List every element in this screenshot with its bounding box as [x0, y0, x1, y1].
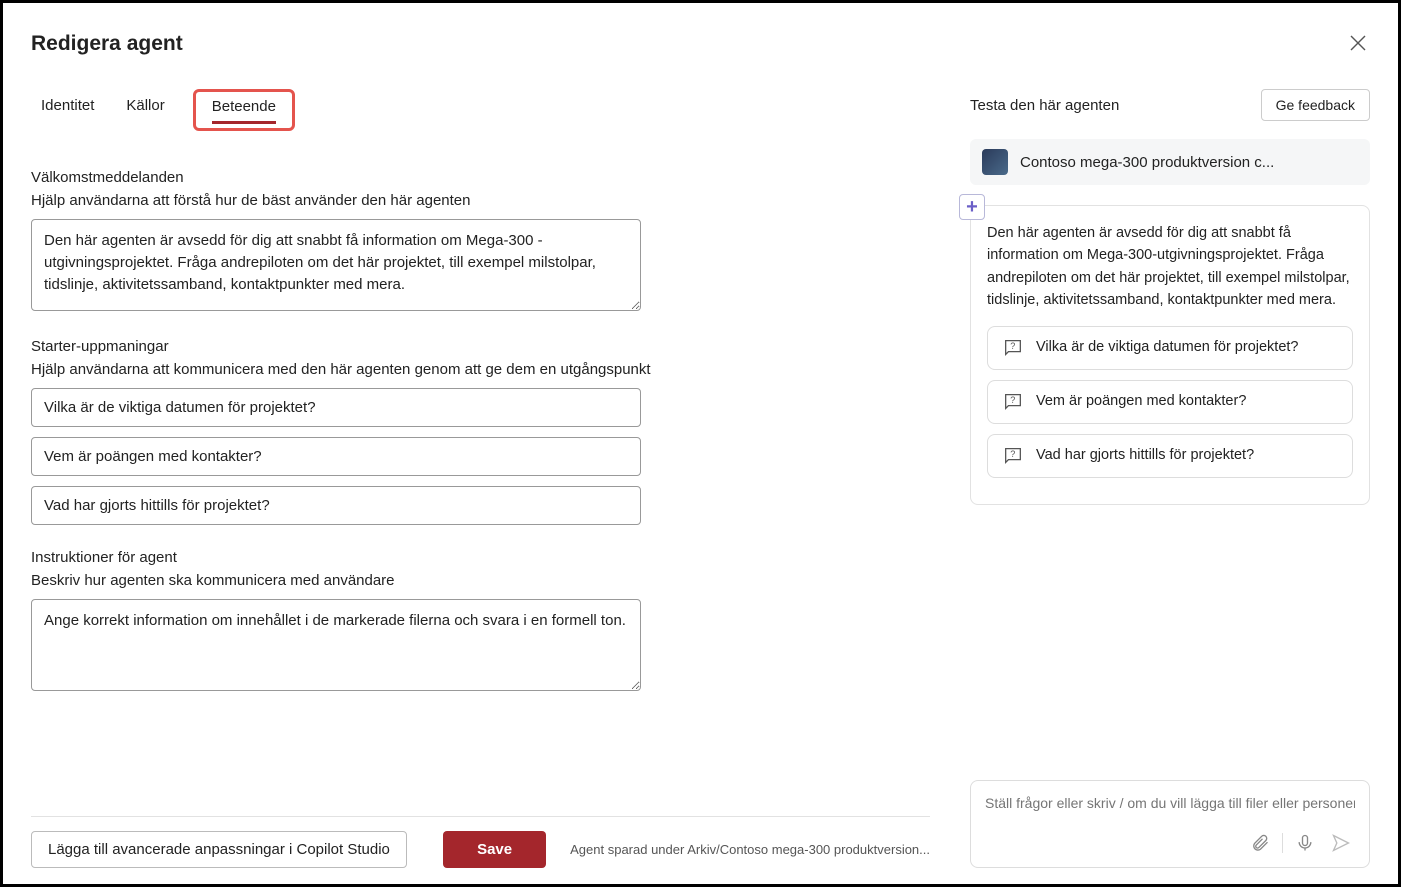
welcome-textarea[interactable] [31, 219, 641, 311]
page-title: Redigera agent [31, 32, 183, 56]
send-icon [1331, 833, 1351, 853]
microphone-icon [1295, 833, 1315, 853]
save-status-text: Agent sparad under Arkiv/Contoso mega-30… [570, 842, 930, 857]
preview-starter-1-text: Vilka är de viktiga datumen för projekte… [1036, 337, 1299, 358]
instructions-heading: Instruktioner för agent [31, 549, 930, 566]
instructions-textarea[interactable] [31, 599, 641, 691]
tab-bar: Identitet Källor Beteende [31, 89, 930, 131]
preview-starter-3[interactable]: ? Vad har gjorts hittills för projektet? [987, 434, 1353, 478]
feedback-button[interactable]: Ge feedback [1261, 89, 1370, 121]
tab-behavior[interactable]: Beteende [212, 98, 276, 124]
svg-text:?: ? [1010, 341, 1015, 351]
preview-heading: Testa den här agenten [970, 97, 1119, 114]
preview-starter-3-text: Vad har gjorts hittills för projektet? [1036, 445, 1254, 466]
chat-question-icon: ? [1002, 445, 1024, 467]
instructions-desc: Beskriv hur agenten ska kommunicera med … [31, 572, 930, 589]
preview-welcome-text: Den här agenten är avsedd för dig att sn… [987, 222, 1353, 312]
paperclip-icon [1250, 833, 1270, 853]
preview-starter-2[interactable]: ? Vem är poängen med kontakter? [987, 380, 1353, 424]
welcome-desc: Hjälp användarna att förstå hur de bäst … [31, 192, 930, 209]
preview-starter-2-text: Vem är poängen med kontakter? [1036, 391, 1246, 412]
chat-question-icon: ? [1002, 391, 1024, 413]
chat-question-icon: ? [1002, 337, 1024, 359]
mic-button[interactable] [1291, 829, 1319, 857]
agent-name-label: Contoso mega-300 produktversion c... [1020, 154, 1274, 171]
starter-input-3[interactable] [31, 486, 641, 525]
preview-message-box: + Den här agenten är avsedd för dig att … [970, 205, 1370, 505]
starters-desc: Hjälp användarna att kommunicera med den… [31, 361, 930, 378]
tab-behavior-highlight: Beteende [193, 89, 295, 131]
close-icon [1350, 35, 1366, 51]
chat-input-box [970, 780, 1370, 868]
tab-sources[interactable]: Källor [122, 89, 168, 131]
advanced-customizations-button[interactable]: Lägga till avancerade anpassningar i Cop… [31, 831, 407, 868]
save-button[interactable]: Save [443, 831, 546, 868]
starters-heading: Starter-uppmaningar [31, 338, 930, 355]
attach-button[interactable] [1246, 829, 1274, 857]
send-button[interactable] [1327, 829, 1355, 857]
tab-identity[interactable]: Identitet [37, 89, 98, 131]
close-button[interactable] [1346, 27, 1370, 61]
svg-text:?: ? [1010, 449, 1015, 459]
starter-input-2[interactable] [31, 437, 641, 476]
starter-input-1[interactable] [31, 388, 641, 427]
agent-chip[interactable]: Contoso mega-300 produktversion c... [970, 139, 1370, 185]
preview-starter-1[interactable]: ? Vilka är de viktiga datumen för projek… [987, 326, 1353, 370]
chat-input[interactable] [985, 795, 1355, 811]
welcome-heading: Välkomstmeddelanden [31, 169, 930, 186]
toolbar-divider [1282, 833, 1283, 853]
agent-avatar-icon [982, 149, 1008, 175]
add-icon[interactable]: + [959, 194, 985, 220]
svg-text:?: ? [1010, 395, 1015, 405]
